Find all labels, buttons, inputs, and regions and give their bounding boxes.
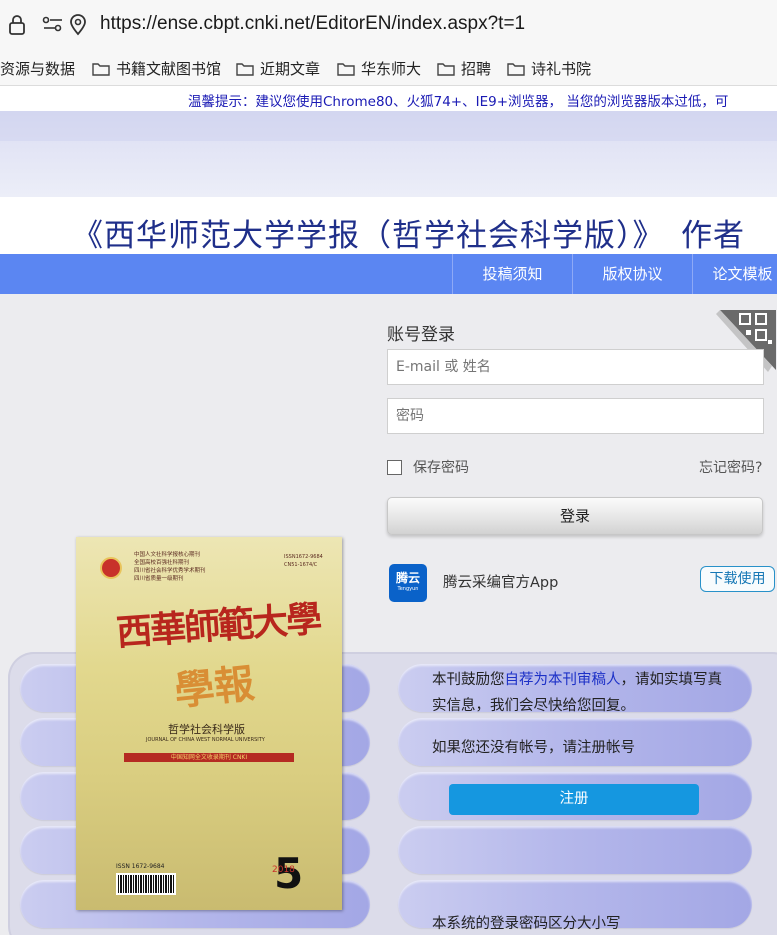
barcode-icon <box>116 873 176 895</box>
banner-stripe <box>0 111 777 141</box>
folder-icon <box>507 62 525 76</box>
app-name: 腾云采编官方App <box>443 575 559 591</box>
browser-notice: 温馨提示：建议您使用Chrome80、火狐74+、IE9+浏览器， 当您的浏览器… <box>0 87 777 111</box>
nav-item-template[interactable]: 论文模板 <box>692 254 777 294</box>
cover-header-line: 四川省质量一级期刊 <box>134 576 184 582</box>
cover-band: 中国知网全文收录期刊 CNKI <box>124 753 294 762</box>
folder-icon <box>437 62 455 76</box>
cover-brand-journal: 學報 <box>172 659 257 716</box>
cover-year: 2018 <box>272 865 295 875</box>
journal-cover: 中国人文社科学报核心期刊 全国高校百强社科期刊 四川省社会科学优秀学术期刊 四川… <box>76 537 342 910</box>
download-app-button[interactable]: 下载使用 <box>700 566 775 592</box>
remember-password[interactable]: 保存密码 <box>387 457 469 477</box>
url-text[interactable]: https://ense.cbpt.cnki.net/EditorEN/inde… <box>100 13 525 35</box>
bookmark-label: 招聘 <box>461 60 492 78</box>
bookmark-label: 华东师大 <box>361 60 422 78</box>
login-button[interactable]: 登录 <box>387 497 763 535</box>
site-title-row: 《西华师范大学学报（哲学社会科学版）》 作者 <box>0 197 777 254</box>
register-hint: 如果您还没有帐号，请注册帐号 <box>432 740 635 756</box>
bookmark-item[interactable]: 华东师大 <box>337 58 421 79</box>
bookmark-item[interactable]: 书籍文献图书馆 <box>92 58 221 79</box>
password-input[interactable] <box>387 398 764 434</box>
main-nav: 投稿须知 版权协议 论文模板 <box>0 254 777 294</box>
reviewer-info-prefix: 本刊鼓励您 <box>432 672 505 688</box>
cover-header-line: 四川省社会科学优秀学术期刊 <box>134 568 206 574</box>
bookmark-item[interactable]: 招聘 <box>437 58 491 79</box>
main-content: 账号登录 保存密码 忘记密码? 登录 腾云 Tengyun 腾云采编官方App … <box>0 294 777 935</box>
cover-header: 中国人文社科学报核心期刊 全国高校百强社科期刊 四川省社会科学优秀学术期刊 四川… <box>134 551 206 583</box>
notice-text: 温馨提示：建议您使用Chrome80、火狐74+、IE9+浏览器， 当您的浏览器… <box>188 94 729 110</box>
bookmark-label: 近期文章 <box>260 60 321 78</box>
username-input[interactable] <box>387 349 764 385</box>
cover-header-line: 全国高校百强社科期刊 <box>134 560 190 566</box>
remember-checkbox[interactable] <box>387 459 402 475</box>
panel-pill <box>398 826 752 874</box>
cover-subtitle: 哲学社会科学版 <box>168 723 245 736</box>
forgot-password-link[interactable]: 忘记密码? <box>699 457 762 477</box>
remember-label: 保存密码 <box>413 460 469 476</box>
cover-issn: ISSN 1672-9684 <box>116 863 165 870</box>
folder-icon <box>337 62 355 76</box>
folder-icon <box>92 62 110 76</box>
cover-subtitle-en: JOURNAL OF CHINA WEST NORMAL UNIVERSITY <box>146 737 265 743</box>
bookmark-label: 诗礼书院 <box>531 60 592 78</box>
reviewer-recommend-link[interactable]: 自荐为本刊审稿人 <box>505 672 621 688</box>
cover-cn-line: CN51-1674/C <box>284 562 318 568</box>
cover-header-line: 中国人文社科学报核心期刊 <box>134 552 201 558</box>
address-bar[interactable]: https://ense.cbpt.cnki.net/EditorEN/inde… <box>0 0 777 50</box>
university-emblem-icon <box>100 557 122 579</box>
reviewer-info: 本刊鼓励您自荐为本刊审稿人，请如实填写真实信息，我们会尽快给您回复。 <box>432 667 732 719</box>
bookmark-item[interactable]: 诗礼书院 <box>507 58 591 79</box>
tengyun-app-logo: 腾云 Tengyun <box>389 564 427 602</box>
login-title: 账号登录 <box>387 325 455 345</box>
cover-issn-line: ISSN1672-9684 <box>284 554 323 560</box>
location-icon[interactable] <box>68 14 88 40</box>
cover-issn-top: ISSN1672-9684 CN51-1674/C <box>284 553 323 569</box>
folder-icon <box>236 62 254 76</box>
bookmark-item[interactable]: 近期文章 <box>236 58 320 79</box>
permissions-icon[interactable] <box>42 14 64 38</box>
app-logo-text: 腾云 <box>395 571 420 585</box>
app-logo-sub: Tengyun <box>397 586 419 592</box>
bookmark-label: 书籍文献图书馆 <box>116 60 222 78</box>
header-banner <box>0 111 777 197</box>
nav-item-submission-guide[interactable]: 投稿须知 <box>452 254 572 294</box>
nav-item-copyright[interactable]: 版权协议 <box>572 254 692 294</box>
bookmark-label: 资源与数据 <box>0 60 76 78</box>
bookmark-item[interactable]: 资源与数据 <box>0 58 75 79</box>
bookmarks-bar: 资源与数据 书籍文献图书馆 近期文章 华东师大 招聘 诗礼书院 <box>0 50 777 86</box>
register-button[interactable]: 注册 <box>449 784 699 815</box>
cover-brand: 西華師範大學 <box>114 597 322 655</box>
lock-icon[interactable] <box>8 14 26 40</box>
site-title: 《西华师范大学学报（哲学社会科学版）》 作者 <box>72 218 745 254</box>
case-sensitive-hint: 本系统的登录密码区分大小写 <box>432 916 621 932</box>
